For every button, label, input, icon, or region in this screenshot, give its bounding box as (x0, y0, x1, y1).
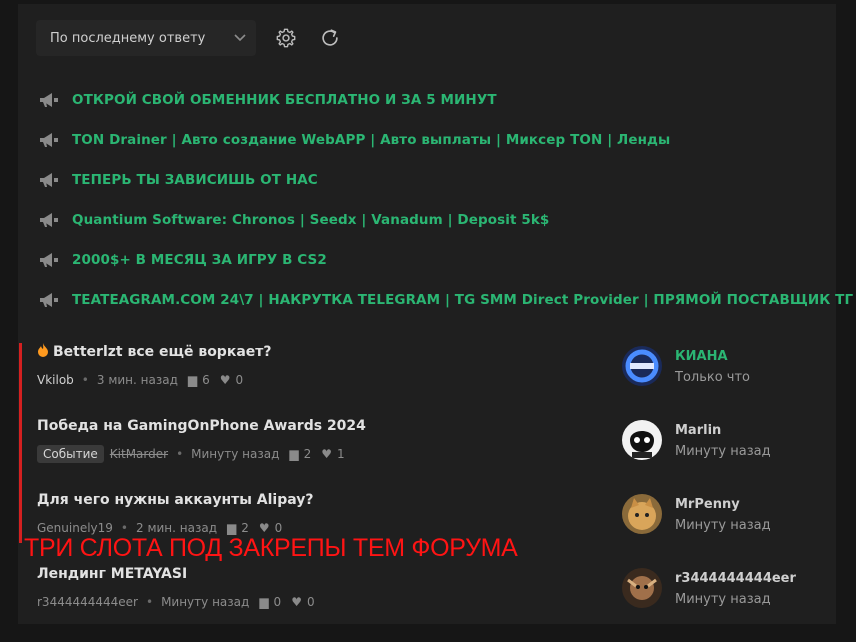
topic-meta: r3444444444eer • Минуту назад ▆ 0 ♥ 0 (37, 591, 617, 613)
topic-author[interactable]: Genuinely19 (37, 521, 113, 535)
topic-row[interactable]: Победа на GamingOnPhone Awards 2024 Собы… (37, 413, 617, 487)
announcement-link[interactable]: Quantium Software: Chronos | Seedx | Van… (72, 212, 549, 228)
separator-dot: • (176, 447, 184, 461)
separator-dot: • (120, 521, 128, 535)
announcement-item[interactable]: ТЕПЕРЬ ТЫ ЗАВИСИШЬ ОТ НАС (38, 160, 853, 200)
sort-dropdown[interactable]: По последнему ответу (36, 20, 256, 56)
megaphone-icon (40, 93, 58, 107)
megaphone-icon (40, 293, 58, 307)
announcement-item[interactable]: Quantium Software: Chronos | Seedx | Van… (38, 200, 853, 240)
comment-icon: ▆ (187, 373, 198, 387)
last-poster[interactable]: Marlin Минуту назад (622, 420, 822, 494)
avatar[interactable] (622, 346, 662, 386)
heart-icon: ♥ (291, 595, 302, 609)
heart-icon: ♥ (219, 373, 231, 387)
comment-icon: ▆ (227, 521, 237, 535)
topic-time: 3 мин. назад (96, 373, 178, 387)
poster-time: Только что (675, 370, 751, 385)
poster-time: Минуту назад (675, 592, 771, 607)
topic-tag[interactable]: Событие (37, 445, 104, 463)
topic-time: Минуту назад (161, 595, 250, 609)
topic-author[interactable]: r3444444444eer (37, 595, 138, 609)
announcement-link[interactable]: TEATEAGRAM.COM 24\7 | НАКРУТКА TELEGRAM … (72, 292, 853, 308)
like-count: 0 (306, 595, 315, 609)
announcement-link[interactable]: TON Drainer | Авто создание WebAPP | Авт… (72, 132, 670, 148)
topic-author[interactable]: Vkilob (37, 373, 74, 387)
topic-row[interactable]: Лендинг METAYASI r3444444444eer • Минуту… (37, 561, 617, 635)
comment-icon: ▆ (259, 595, 269, 609)
chevron-down-icon (234, 31, 246, 45)
announcement-item[interactable]: TEATEAGRAM.COM 24\7 | НАКРУТКА TELEGRAM … (38, 280, 853, 320)
topic-title-text[interactable]: Для чего нужны аккаунты Alipay? (37, 492, 314, 508)
topic-meta: Событие KitMarder • Минуту назад ▆ 2 ♥ 1 (37, 443, 617, 465)
topic-title-text[interactable]: Betterlzt все ещё воркает? (53, 344, 272, 360)
announcement-link[interactable]: ТЕПЕРЬ ТЫ ЗАВИСИШЬ ОТ НАС (72, 172, 318, 188)
topic-meta: Vkilob • 3 мин. назад ▆ 6 ♥ 0 (37, 369, 617, 391)
poster-name[interactable]: Marlin (675, 423, 771, 438)
toolbar: По последнему ответу (36, 19, 344, 57)
avatar[interactable] (622, 568, 662, 608)
megaphone-icon (40, 173, 58, 187)
megaphone-icon (40, 213, 58, 227)
megaphone-icon (40, 133, 58, 147)
poster-name[interactable]: MrPenny (675, 497, 771, 512)
announcement-list: ОТКРОЙ СВОЙ ОБМЕННИК БЕСПЛАТНО И ЗА 5 МИ… (38, 80, 853, 320)
topic-title-text[interactable]: Лендинг METAYASI (37, 566, 187, 582)
topic-title[interactable]: Betterlzt все ещё воркает? (37, 339, 617, 365)
pinned-slots-marker (19, 343, 22, 543)
last-poster[interactable]: r3444444444eer Минуту назад (622, 568, 822, 642)
reply-count: 0 (273, 595, 282, 609)
topic-list: Betterlzt все ещё воркает? Vkilob • 3 ми… (37, 339, 617, 635)
announcement-link[interactable]: ОТКРОЙ СВОЙ ОБМЕННИК БЕСПЛАТНО И ЗА 5 МИ… (72, 92, 497, 108)
last-poster-list: КИАНА Только что Marlin Минуту назад MrP… (622, 346, 822, 642)
gear-icon (276, 28, 296, 48)
topic-time: Минуту назад (191, 447, 280, 461)
reply-count: 6 (202, 373, 210, 387)
fire-icon (37, 343, 49, 361)
last-poster[interactable]: КИАНА Только что (622, 346, 822, 420)
avatar[interactable] (622, 494, 662, 534)
poster-name[interactable]: КИАНА (675, 349, 750, 364)
heart-icon: ♥ (321, 447, 333, 461)
announcement-item[interactable]: ОТКРОЙ СВОЙ ОБМЕННИК БЕСПЛАТНО И ЗА 5 МИ… (38, 80, 853, 120)
topic-title[interactable]: Для чего нужны аккаунты Alipay? (37, 487, 617, 513)
topic-title[interactable]: Лендинг METAYASI (37, 561, 617, 587)
poster-name[interactable]: r3444444444eer (675, 571, 796, 586)
comment-icon: ▆ (289, 447, 299, 461)
topic-author[interactable]: KitMarder (110, 447, 168, 461)
megaphone-icon (40, 253, 58, 267)
separator-dot: • (81, 373, 89, 387)
like-count: 1 (337, 447, 345, 461)
topic-row[interactable]: Betterlzt все ещё воркает? Vkilob • 3 ми… (37, 339, 617, 413)
last-poster[interactable]: MrPenny Минуту назад (622, 494, 822, 568)
refresh-button[interactable] (316, 24, 344, 52)
settings-button[interactable] (272, 24, 300, 52)
reply-count: 2 (241, 521, 249, 535)
announcement-link[interactable]: 2000$+ В МЕСЯЦ ЗА ИГРУ В CS2 (72, 252, 327, 268)
overlay-caption: ТРИ СЛОТА ПОД ЗАКРЕПЫ ТЕМ ФОРУМА (24, 534, 518, 562)
like-count: 0 (235, 373, 244, 387)
separator-dot: • (145, 595, 154, 609)
like-count: 0 (274, 521, 283, 535)
sort-value: По последнему ответу (50, 30, 206, 46)
announcement-item[interactable]: TON Drainer | Авто создание WebAPP | Авт… (38, 120, 853, 160)
topic-time: 2 мин. назад (136, 521, 218, 535)
reply-count: 2 (303, 447, 312, 461)
avatar[interactable] (622, 420, 662, 460)
topic-title-text[interactable]: Победа на GamingOnPhone Awards 2024 (37, 418, 366, 434)
refresh-icon (322, 29, 338, 46)
heart-icon: ♥ (258, 521, 270, 535)
poster-time: Минуту назад (675, 444, 771, 459)
announcement-item[interactable]: 2000$+ В МЕСЯЦ ЗА ИГРУ В CS2 (38, 240, 853, 280)
topic-title[interactable]: Победа на GamingOnPhone Awards 2024 (37, 413, 617, 439)
poster-time: Минуту назад (675, 518, 771, 533)
